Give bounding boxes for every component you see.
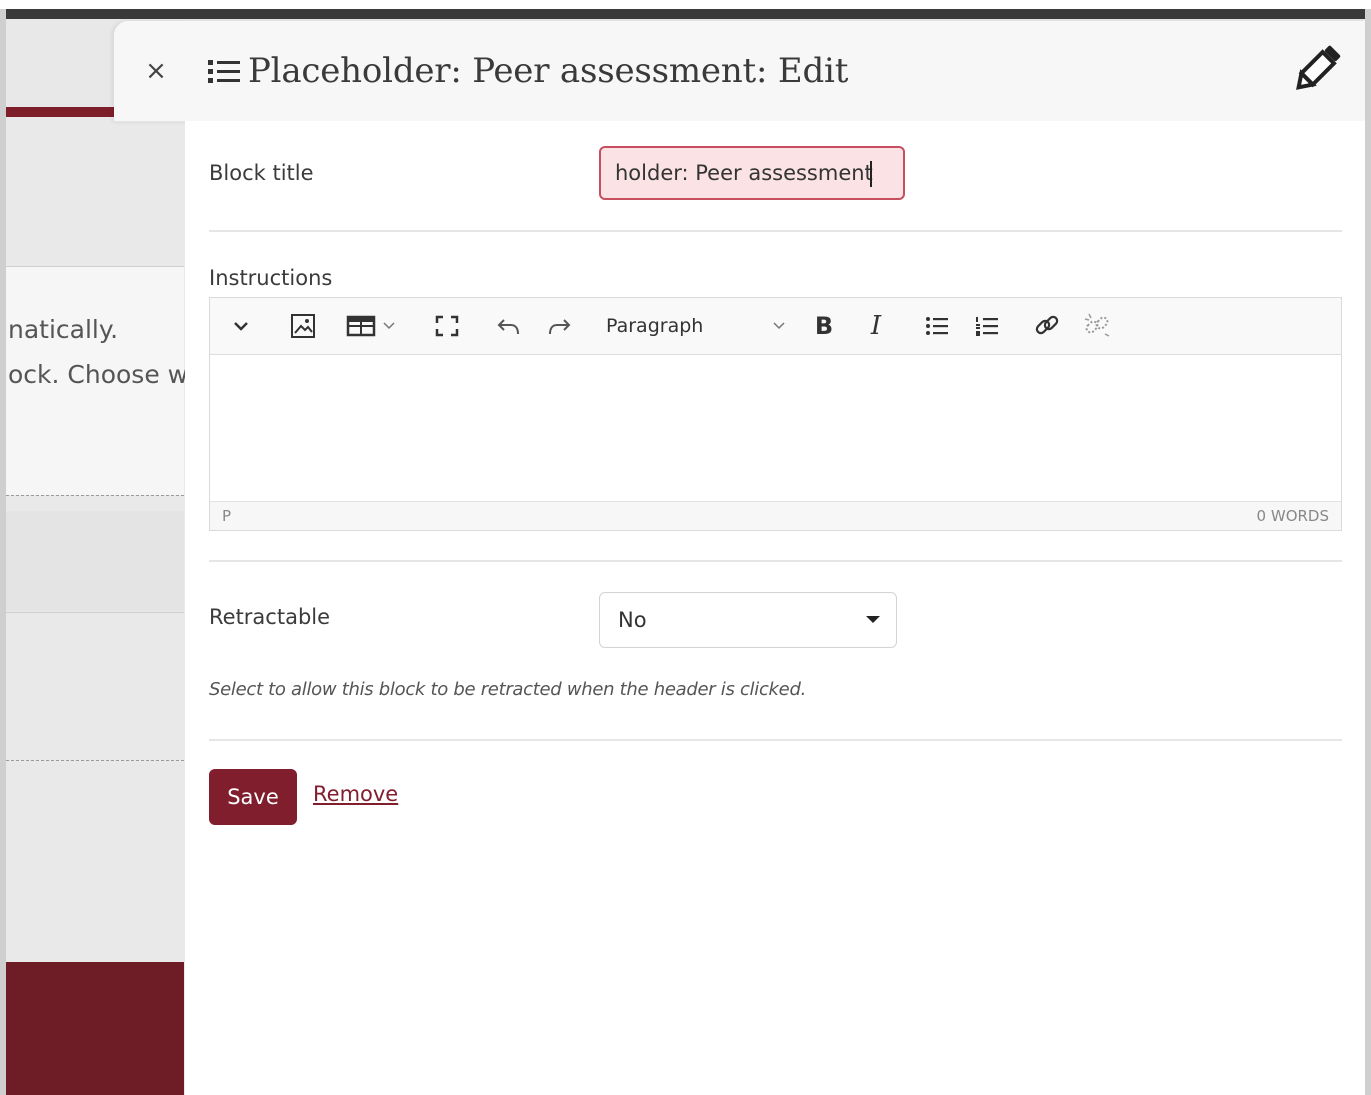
editor-toolbar: Paragraph B I (210, 298, 1341, 355)
retractable-value: No (618, 608, 647, 632)
close-button[interactable]: × (144, 51, 168, 91)
modal-title-group: Placeholder: Peer assessment: Edit (208, 46, 848, 96)
numbered-list-icon[interactable] (972, 310, 1002, 342)
remove-link[interactable]: Remove (313, 782, 398, 806)
modal-body: Block title holder: Peer assessment Inst… (185, 121, 1365, 1095)
editor-content-area[interactable] (210, 355, 1341, 503)
editor-statusbar: P 0 WORDS (210, 501, 1341, 530)
block-title-value: holder: Peer assessment (615, 161, 873, 185)
pencil-icon (1291, 41, 1343, 97)
retractable-help-text: Select to allow this block to be retract… (209, 679, 807, 700)
redo-icon[interactable] (544, 310, 574, 342)
background-dashed-divider (6, 760, 184, 761)
italic-button[interactable]: I (862, 310, 890, 342)
word-count: 0 WORDS (1256, 507, 1329, 525)
window-top-bar (0, 9, 1371, 19)
section-divider (209, 560, 1342, 562)
background-text-line-2: ock. Choose w (8, 360, 189, 389)
section-divider (209, 739, 1342, 741)
block-format-dropdown[interactable]: Paragraph (606, 310, 786, 342)
unlink-icon[interactable] (1082, 310, 1112, 342)
link-icon[interactable] (1032, 310, 1062, 342)
modal-header: × Placeholder: Peer assessment: Edit (114, 21, 1365, 122)
bullet-list-icon[interactable] (922, 310, 952, 342)
table-icon[interactable] (346, 310, 404, 342)
background-divider (6, 612, 184, 613)
block-title-label: Block title (209, 161, 314, 185)
background-text-line-1: natically. (8, 315, 119, 344)
block-title-input[interactable]: holder: Peer assessment (599, 146, 905, 200)
bold-button[interactable]: B (810, 310, 838, 342)
chevron-down-icon[interactable] (228, 310, 254, 342)
instructions-editor: Paragraph B I P 0 WORDS (209, 297, 1342, 531)
element-path[interactable]: P (222, 507, 231, 525)
list-icon (208, 58, 242, 84)
background-dashed-divider (6, 495, 184, 496)
image-icon[interactable] (288, 310, 318, 342)
section-divider (209, 230, 1342, 232)
background-footer (6, 962, 184, 1095)
text-caret (869, 161, 872, 187)
chevron-down-icon (773, 322, 785, 330)
instructions-label: Instructions (209, 266, 333, 290)
retractable-label: Retractable (209, 605, 331, 629)
retractable-select[interactable]: No (599, 592, 897, 648)
window-frame-right (1365, 9, 1371, 1095)
undo-icon[interactable] (494, 310, 524, 342)
fullscreen-icon[interactable] (432, 310, 462, 342)
caret-down-icon (866, 616, 880, 623)
modal-title: Placeholder: Peer assessment: Edit (248, 51, 849, 91)
window-frame-top (0, 0, 1371, 9)
background-band (6, 511, 184, 611)
save-button[interactable]: Save (209, 769, 297, 825)
block-format-value: Paragraph (606, 315, 704, 337)
